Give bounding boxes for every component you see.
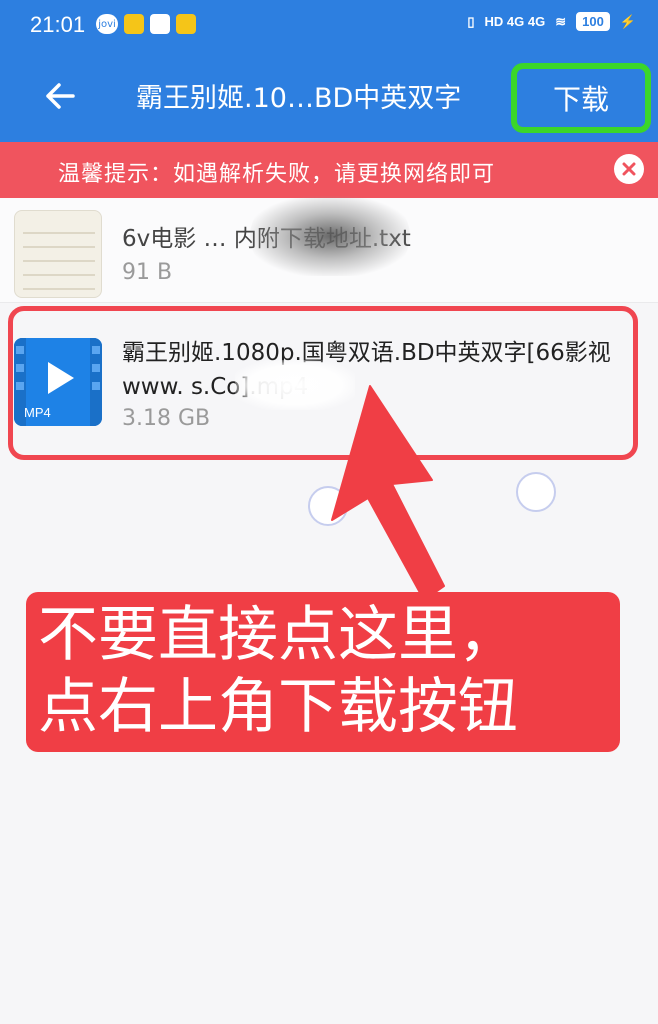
status-time: 21:01 [30, 12, 86, 37]
network-indicator: HD 4G 4G [484, 14, 546, 29]
download-highlight: 下载 [511, 63, 651, 133]
notice-text: 温馨提示：如遇解析失败，请更换网络即可 [58, 162, 496, 187]
download-button[interactable]: 下载 [517, 69, 645, 127]
toolbar: 霸王别姬.10…BD中英双字 下载 [0, 50, 658, 142]
callout-line-1: 不要直接点这里， [38, 600, 518, 670]
meituan-icon [124, 14, 144, 34]
annotation-callout: 不要直接点这里， 点右上角下载按钮 [26, 592, 620, 752]
touch-ring [516, 472, 556, 512]
jovi-icon: jovi [96, 14, 118, 34]
redaction-smudge [250, 196, 410, 276]
close-button[interactable] [614, 154, 644, 184]
page-title: 霸王别姬.10…BD中英双字 [136, 83, 462, 114]
arrow-up-icon [331, 385, 445, 601]
status-right: ▯ HD 4G 4G ≋ 100 ⚡ [467, 12, 636, 31]
taxi-icon [176, 14, 196, 34]
back-button[interactable] [36, 72, 84, 120]
arrow-left-icon [46, 83, 75, 109]
charging-icon: ⚡ [619, 13, 636, 29]
shopping-bag-icon [150, 14, 170, 34]
status-bar: 21:01 jovi ▯ HD 4G 4G ≋ 100 ⚡ [0, 0, 658, 50]
close-icon [622, 162, 636, 176]
vibrate-icon: ▯ [467, 13, 475, 29]
notice-banner: 温馨提示：如遇解析失败，请更换网络即可 [0, 142, 658, 198]
file-size: 91 B [122, 260, 173, 285]
callout-line-2: 点右上角下载按钮 [38, 672, 518, 742]
wifi-icon: ≋ [555, 13, 567, 29]
txt-file-icon [14, 210, 102, 298]
battery-icon: 100 [576, 12, 610, 31]
